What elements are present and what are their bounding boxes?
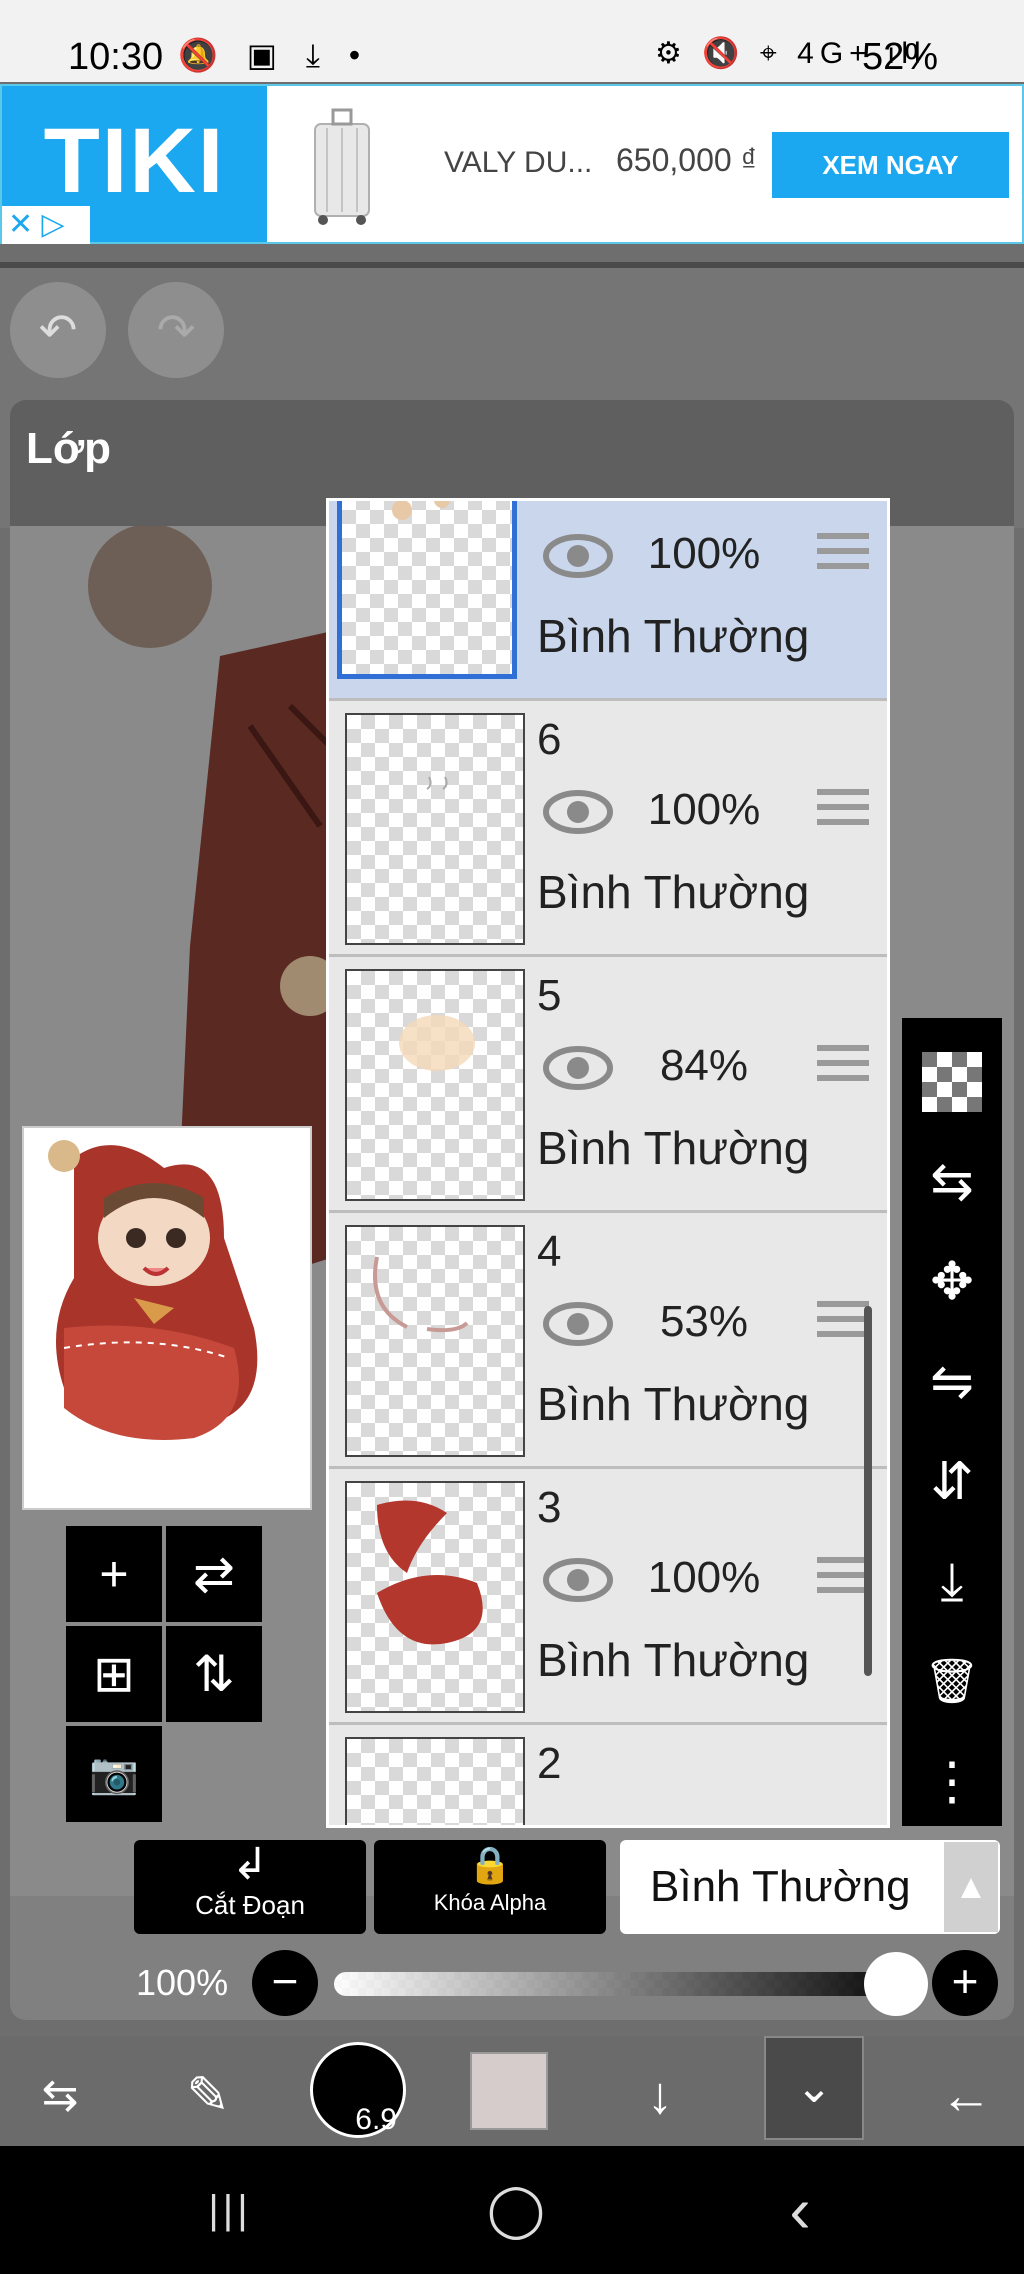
color-swatch-button[interactable]	[470, 2052, 548, 2130]
layer-blend-mode: Bình Thường	[537, 1378, 810, 1430]
battery-indicator: 52%	[862, 36, 939, 78]
layer-panel-title: Lớp	[26, 424, 112, 473]
ad-cta-button[interactable]: XEM NGAY	[772, 132, 1009, 198]
ad-product-title: VALY DU...	[444, 146, 593, 179]
layer-panel-toggle[interactable]: ⌄	[764, 2036, 864, 2140]
alpha-lock-button[interactable]: 🔒 Khóa Alpha	[374, 1840, 606, 1934]
opacity-slider-track[interactable]	[334, 1972, 894, 1996]
layer-list[interactable]: 7 100% Bình Thường 6 100% Bình Thường 5 …	[326, 498, 890, 1828]
layer-thumbnail	[345, 713, 525, 945]
layer-blend-mode: Bình Thường	[537, 1634, 810, 1686]
layer-6-preview	[426, 776, 448, 790]
drag-handle-icon[interactable]	[817, 533, 869, 577]
opacity-slider-knob[interactable]	[864, 1952, 928, 2016]
opacity-increase-button[interactable]: +	[932, 1950, 998, 2016]
layer-blend-mode: Bình Thường	[537, 866, 810, 918]
layer-number: 4	[537, 1227, 562, 1276]
status-notification-icons: 🔕 ▣ ⤓ •	[178, 37, 371, 73]
flip-horizontal-button[interactable]: ⇄	[166, 1526, 262, 1622]
arrow-down-icon[interactable]: ↓	[612, 2048, 708, 2144]
tool-switch-icon[interactable]: ⇆	[12, 2048, 108, 2144]
layer-blend-mode: Bình Thường	[537, 1122, 810, 1174]
suitcase-image	[314, 108, 370, 225]
opacity-label: 100%	[136, 1962, 229, 2003]
drag-handle-icon[interactable]	[817, 1301, 869, 1345]
layer-number: 7	[537, 501, 561, 509]
layer-actions-strip: ⇆ ✥ ⇋ ⇵ ⤓ 🗑 ⋮	[902, 1018, 1002, 1826]
blend-mode-value: Bình Thường	[650, 1862, 911, 1911]
layer-number: 5	[537, 971, 562, 1020]
visibility-eye-icon[interactable]	[543, 533, 613, 579]
visibility-eye-icon[interactable]	[543, 1045, 613, 1091]
layer-list-scrollbar[interactable]	[864, 1306, 872, 1676]
drag-handle-icon[interactable]	[817, 789, 869, 833]
undo-button[interactable]: ↶	[10, 282, 106, 378]
layer-row-3[interactable]: 3 100% Bình Thường	[329, 1469, 887, 1725]
layer-number: 6	[537, 715, 562, 764]
layer-quick-tools: + ⇄ ⊞ ⇅ 📷	[66, 1526, 270, 1826]
recent-apps-button[interactable]: |||	[180, 2170, 280, 2250]
layer-thumbnail	[345, 969, 525, 1201]
visibility-eye-icon[interactable]	[543, 1557, 613, 1603]
layer-thumbnail	[345, 1737, 525, 1825]
opacity-decrease-button[interactable]: −	[252, 1950, 318, 2016]
lock-icon: 🔒	[467, 1844, 513, 1885]
layer-row-2[interactable]: 2	[329, 1725, 887, 1825]
visibility-eye-icon[interactable]	[543, 1301, 613, 1347]
layer-opacity: 84%	[659, 1041, 749, 1090]
clipping-label: Cắt Đoạn	[195, 1890, 305, 1920]
clipping-arrow-icon: ↲	[231, 1840, 269, 1889]
layer-opacity: 100%	[647, 1553, 761, 1602]
brush-size-button[interactable]: 6.9	[310, 2042, 406, 2138]
visibility-eye-icon[interactable]	[543, 789, 613, 835]
add-layer-button[interactable]: +	[66, 1526, 162, 1622]
layer-thumbnail	[337, 501, 517, 679]
move-icon[interactable]: ✥	[902, 1234, 1002, 1330]
drag-handle-icon[interactable]	[817, 1557, 869, 1601]
layer-number: 3	[537, 1483, 562, 1532]
clipping-button[interactable]: ↲ Cắt Đoạn	[134, 1840, 366, 1934]
flip-vertical-button[interactable]: ⇅	[166, 1626, 262, 1722]
layer-5-preview	[399, 1015, 475, 1071]
layer-row-4[interactable]: 4 53% Bình Thường	[329, 1213, 887, 1469]
layer-number: 2	[537, 1739, 562, 1788]
brush-icon[interactable]: ✎	[160, 2048, 256, 2144]
layer-thumbnail	[345, 1225, 525, 1457]
drag-handle-icon[interactable]	[817, 1045, 869, 1089]
chevron-double-down-icon: ⌄	[795, 2063, 833, 2112]
back-arrow-icon[interactable]: ←	[918, 2048, 1014, 2144]
layer-opacity: 53%	[659, 1297, 749, 1346]
ad-banner[interactable]: TIKI ✕ ▷ VALY DU... 650,000 ₫ XEM NGAY	[0, 84, 1024, 244]
camera-icon[interactable]: 📷	[66, 1726, 162, 1822]
layer-blend-mode: Bình Thường	[537, 610, 810, 662]
alpha-lock-label: Khóa Alpha	[433, 1890, 547, 1915]
layer-swap-icon[interactable]: ⇆	[902, 1134, 1002, 1230]
flip-horizontal-icon[interactable]: ⇋	[902, 1334, 1002, 1430]
chevron-up-icon[interactable]: ▲	[944, 1842, 998, 1932]
trash-icon[interactable]: 🗑	[902, 1634, 1002, 1730]
add-special-layer-button[interactable]: ⊞	[66, 1626, 162, 1722]
layer-4-preview	[373, 1256, 469, 1333]
more-options-icon[interactable]: ⋮	[902, 1734, 1002, 1830]
back-button[interactable]: ‹	[750, 2170, 850, 2250]
layer-7-preview	[392, 501, 450, 520]
ad-price: 650,000 ₫	[616, 142, 757, 178]
layer-3-preview	[377, 1500, 483, 1645]
character-thumbnail	[48, 1140, 258, 1440]
ad-close-button[interactable]: ✕ ▷	[2, 206, 90, 244]
canvas-thumbnail-preview	[22, 1126, 312, 1510]
merge-down-icon[interactable]: ⤓	[902, 1534, 1002, 1630]
layer-row-5[interactable]: 5 84% Bình Thường	[329, 957, 887, 1213]
layer-thumbnail	[345, 1481, 525, 1713]
home-button[interactable]: ◯	[466, 2170, 566, 2250]
layer-opacity: 100%	[647, 529, 761, 578]
layer-row-6[interactable]: 6 100% Bình Thường	[329, 701, 887, 957]
transparent-layer-icon[interactable]	[902, 1034, 1002, 1130]
redo-button[interactable]: ↷	[128, 282, 224, 378]
layer-row-7[interactable]: 7 100% Bình Thường	[329, 501, 887, 701]
flip-vertical-icon[interactable]: ⇵	[902, 1434, 1002, 1530]
status-time: 10:30	[68, 36, 164, 78]
layer-opacity: 100%	[647, 785, 761, 834]
